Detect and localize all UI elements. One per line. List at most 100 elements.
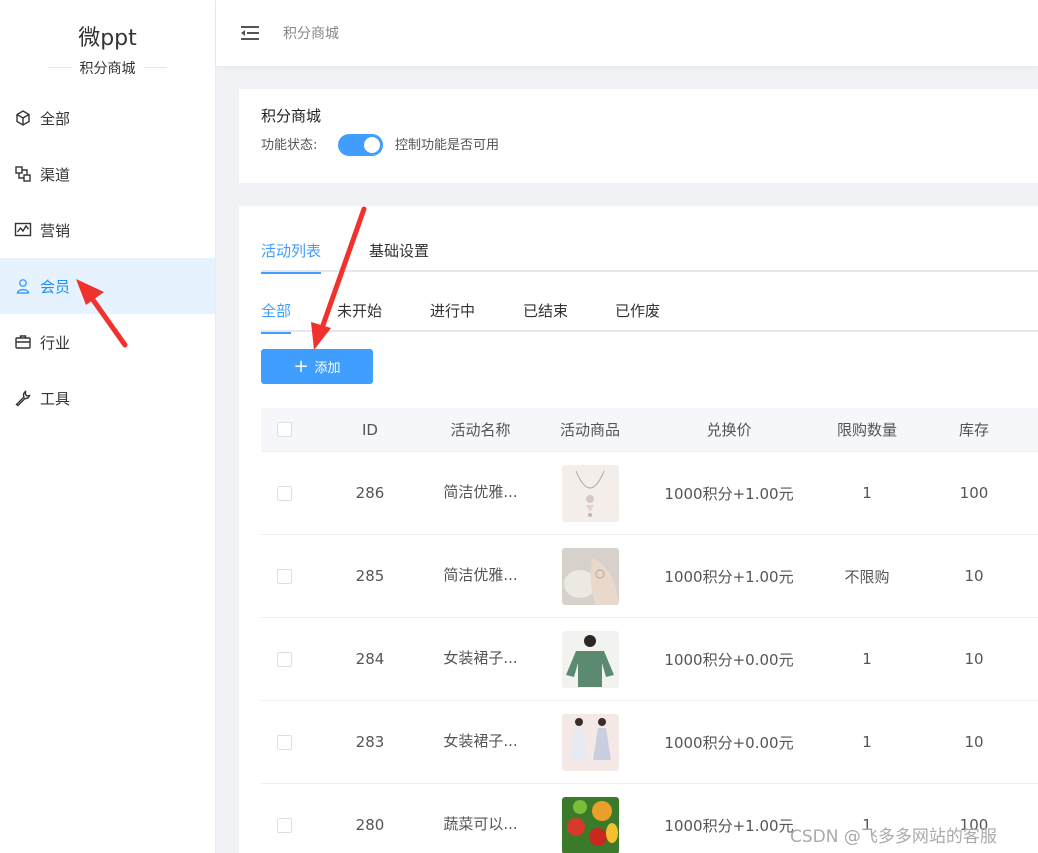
sidebar-item-marketing[interactable]: 营销 (0, 202, 215, 258)
row-id: 284 (355, 650, 385, 668)
row-image-cell (528, 547, 652, 605)
header-name: 活动名称 (450, 421, 511, 439)
row-image-cell (528, 713, 652, 771)
chart-icon (14, 221, 32, 239)
tab-basic-settings[interactable]: 基础设置 (369, 240, 429, 272)
necklace-product-image[interactable] (561, 464, 619, 522)
watermark: CSDN @飞多多网站的客服 (790, 827, 997, 847)
sidebar-item-channel[interactable]: 渠道 (0, 146, 215, 202)
row-limit: 1 (862, 650, 872, 668)
sidebar-nav: 全部 渠道 营销 会员 行业 工具 (0, 90, 215, 426)
topbar: 积分商城 (216, 0, 1038, 66)
row-check-cell (261, 651, 307, 667)
status-tabs: 全部 未开始 进行中 已结束 已作废 (261, 300, 1038, 334)
header-price: 兑换价 (706, 421, 752, 439)
row-check-cell (261, 485, 307, 501)
row-stock: 10 (964, 567, 984, 585)
tab-ended[interactable]: 已结束 (523, 300, 568, 332)
row-price: 1000积分+1.00元 (664, 816, 794, 835)
row-limit: 1 (862, 733, 872, 751)
tab-voided[interactable]: 已作废 (615, 300, 660, 332)
tab-in-progress[interactable]: 进行中 (430, 300, 475, 332)
brand-subtitle: 积分商城 (0, 58, 215, 78)
sidebar-item-label: 渠道 (40, 165, 71, 184)
brand-title: 微ppt (78, 26, 137, 51)
cube-icon (14, 109, 32, 127)
select-all-cell (261, 422, 307, 437)
sidebar: 微ppt 积分商城 全部 渠道 营销 会员 行业 工具 (0, 0, 216, 853)
row-name: 简洁优雅... (443, 565, 518, 584)
tab-all[interactable]: 全部 (261, 300, 292, 334)
sidebar-item-label: 营销 (40, 221, 71, 240)
row-checkbox[interactable] (276, 568, 292, 584)
collapse-menu-icon[interactable] (241, 25, 261, 41)
table-row: 286 简洁优雅... 1000积分+1.00元 1 100 (261, 452, 1038, 535)
row-checkbox[interactable] (276, 651, 292, 667)
feature-title: 积分商城 (261, 107, 322, 125)
row-id: 283 (355, 733, 385, 751)
row-price: 1000积分+1.00元 (664, 567, 794, 586)
row-name: 简洁优雅... (443, 482, 518, 501)
feature-status-toggle[interactable] (338, 134, 383, 156)
activity-table: ID 活动名称 活动商品 兑换价 限购数量 库存 286 简洁优雅... 100… (261, 408, 1038, 853)
row-id: 285 (355, 567, 385, 585)
main-tabs: 活动列表 基础设置 (261, 240, 1038, 274)
user-icon (14, 277, 32, 295)
row-checkbox[interactable] (276, 734, 292, 750)
tab-activity-list[interactable]: 活动列表 (261, 240, 322, 274)
table-header: ID 活动名称 活动商品 兑换价 限购数量 库存 (261, 408, 1038, 452)
row-limit: 1 (862, 484, 872, 502)
row-check-cell (261, 734, 307, 750)
table-row: 285 简洁优雅... 1000积分+1.00元 不限购 10 (261, 535, 1038, 618)
add-button[interactable]: + 添加 (261, 349, 373, 384)
sidebar-item-tools[interactable]: 工具 (0, 370, 215, 426)
sidebar-item-label: 行业 (40, 333, 71, 352)
green-top-product-image[interactable] (561, 630, 619, 688)
channel-icon (14, 165, 32, 183)
dress-product-image[interactable] (561, 713, 619, 771)
row-image-cell (528, 464, 652, 522)
row-name: 女装裙子... (443, 731, 518, 750)
row-id: 286 (355, 484, 385, 502)
row-price: 1000积分+0.00元 (664, 650, 794, 669)
row-stock: 10 (964, 650, 984, 668)
vegetables-product-image[interactable] (561, 796, 619, 853)
sidebar-item-label: 会员 (40, 277, 71, 296)
row-image-cell (528, 630, 652, 688)
sidebar-item-label: 全部 (40, 109, 71, 128)
row-image-cell (528, 796, 652, 853)
toggle-knob (364, 137, 380, 153)
add-button-label: 添加 (314, 361, 341, 376)
sidebar-item-label: 工具 (40, 389, 71, 408)
feature-card: 积分商城 功能状态: 控制功能是否可用 (239, 89, 1038, 183)
header-stock: 库存 (958, 421, 989, 439)
row-price: 1000积分+0.00元 (664, 733, 794, 752)
header-image: 活动商品 (559, 421, 620, 439)
status-description: 控制功能是否可用 (395, 138, 500, 153)
header-limit: 限购数量 (836, 421, 897, 439)
tab-not-started[interactable]: 未开始 (337, 300, 382, 332)
row-check-cell (261, 568, 307, 584)
row-stock: 100 (959, 484, 989, 502)
row-checkbox[interactable] (276, 817, 292, 833)
header-id: ID (362, 420, 378, 439)
row-limit: 不限购 (844, 567, 890, 586)
sidebar-item-industry[interactable]: 行业 (0, 314, 215, 370)
breadcrumb: 积分商城 (283, 26, 339, 42)
sidebar-item-member[interactable]: 会员 (0, 258, 215, 314)
select-all-checkbox[interactable] (276, 422, 292, 437)
row-price: 1000积分+1.00元 (664, 484, 794, 503)
row-name: 蔬菜可以... (443, 814, 518, 833)
sidebar-item-all[interactable]: 全部 (0, 90, 215, 146)
briefcase-icon (14, 333, 32, 351)
row-name: 女装裙子... (443, 648, 518, 667)
wrench-icon (14, 389, 32, 407)
row-checkbox[interactable] (276, 485, 292, 501)
row-stock: 10 (964, 733, 984, 751)
jewelry-hand-product-image[interactable] (561, 547, 619, 605)
activity-card: 活动列表 基础设置 全部 未开始 进行中 已结束 已作废 + 添加 ID 活动名… (239, 206, 1038, 853)
plus-icon: + (293, 355, 309, 377)
row-id: 280 (355, 816, 385, 834)
table-row: 283 女装裙子... 1000积分+0.00元 1 10 (261, 701, 1038, 784)
table-row: 284 女装裙子... 1000积分+0.00元 1 10 (261, 618, 1038, 701)
